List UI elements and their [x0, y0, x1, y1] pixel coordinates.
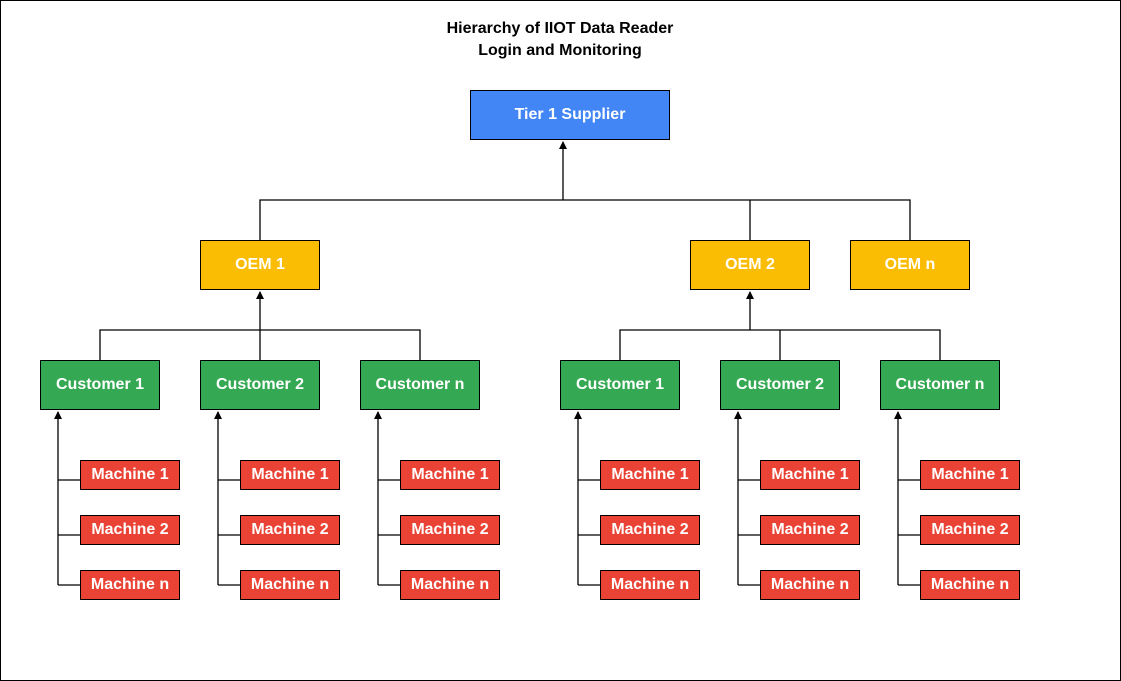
machine-box: Machine n	[760, 570, 860, 600]
machine-box: Machine 2	[80, 515, 180, 545]
machine-box-label: Machine n	[930, 576, 1010, 593]
customer-box: Customer n	[880, 360, 1000, 410]
machine-box: Machine 2	[600, 515, 700, 545]
machine-box: Machine 1	[80, 460, 180, 490]
machine-box: Machine n	[920, 570, 1020, 600]
oem-box-label: OEM n	[884, 256, 936, 273]
machine-box: Machine 2	[920, 515, 1020, 545]
oem-box-label: OEM 2	[725, 256, 775, 273]
machine-box-label: Machine n	[770, 576, 850, 593]
customer-box-label: Customer 2	[735, 376, 825, 393]
machine-box: Machine n	[80, 570, 180, 600]
machine-box: Machine 2	[240, 515, 340, 545]
machine-box: Machine n	[600, 570, 700, 600]
machine-box: Machine 2	[760, 515, 860, 545]
machine-box-label: Machine 1	[611, 466, 689, 483]
customer-box-label: Customer 2	[215, 376, 305, 393]
customer-box: Customer 2	[200, 360, 320, 410]
machine-box-label: Machine 1	[251, 466, 329, 483]
machine-box: Machine 1	[600, 460, 700, 490]
machine-box-label: Machine 2	[411, 521, 489, 538]
machine-box-label: Machine 1	[91, 466, 169, 483]
machine-box-label: Machine n	[90, 576, 170, 593]
machine-box-label: Machine 2	[931, 521, 1009, 538]
machine-box: Machine n	[240, 570, 340, 600]
machine-box: Machine 1	[240, 460, 340, 490]
customer-box: Customer n	[360, 360, 480, 410]
oem-box-label: OEM 1	[235, 256, 285, 273]
customer-box-label: Customer n	[375, 376, 465, 393]
machine-box-label: Machine n	[250, 576, 330, 593]
machine-box-label: Machine 2	[611, 521, 689, 538]
machine-box-label: Machine n	[410, 576, 490, 593]
machine-box-label: Machine 1	[931, 466, 1009, 483]
oem-bus-line	[259, 199, 911, 240]
oem-box: OEM n	[850, 240, 970, 290]
machine-box-label: Machine n	[610, 576, 690, 593]
customer-box-label: Customer 1	[55, 376, 145, 393]
machine-box-label: Machine 2	[91, 521, 169, 538]
machine-box-label: Machine 2	[771, 521, 849, 538]
machine-box: Machine n	[400, 570, 500, 600]
customer-box-label: Customer 1	[575, 376, 665, 393]
machine-box: Machine 1	[920, 460, 1020, 490]
machine-box: Machine 2	[400, 515, 500, 545]
machine-box: Machine 1	[400, 460, 500, 490]
machine-box-label: Machine 1	[771, 466, 849, 483]
machine-box-label: Machine 2	[251, 521, 329, 538]
customer-box-label: Customer n	[895, 376, 985, 393]
customer-box: Customer 1	[560, 360, 680, 410]
customer-box: Customer 2	[720, 360, 840, 410]
machine-box-label: Machine 1	[411, 466, 489, 483]
tier-1-supplier-box: Tier 1 Supplier	[470, 90, 670, 140]
customer-box: Customer 1	[40, 360, 160, 410]
oem-box: OEM 2	[690, 240, 810, 290]
machine-box: Machine 1	[760, 460, 860, 490]
oem-box: OEM 1	[200, 240, 320, 290]
tier-1-supplier-box-label: Tier 1 Supplier	[514, 106, 626, 123]
